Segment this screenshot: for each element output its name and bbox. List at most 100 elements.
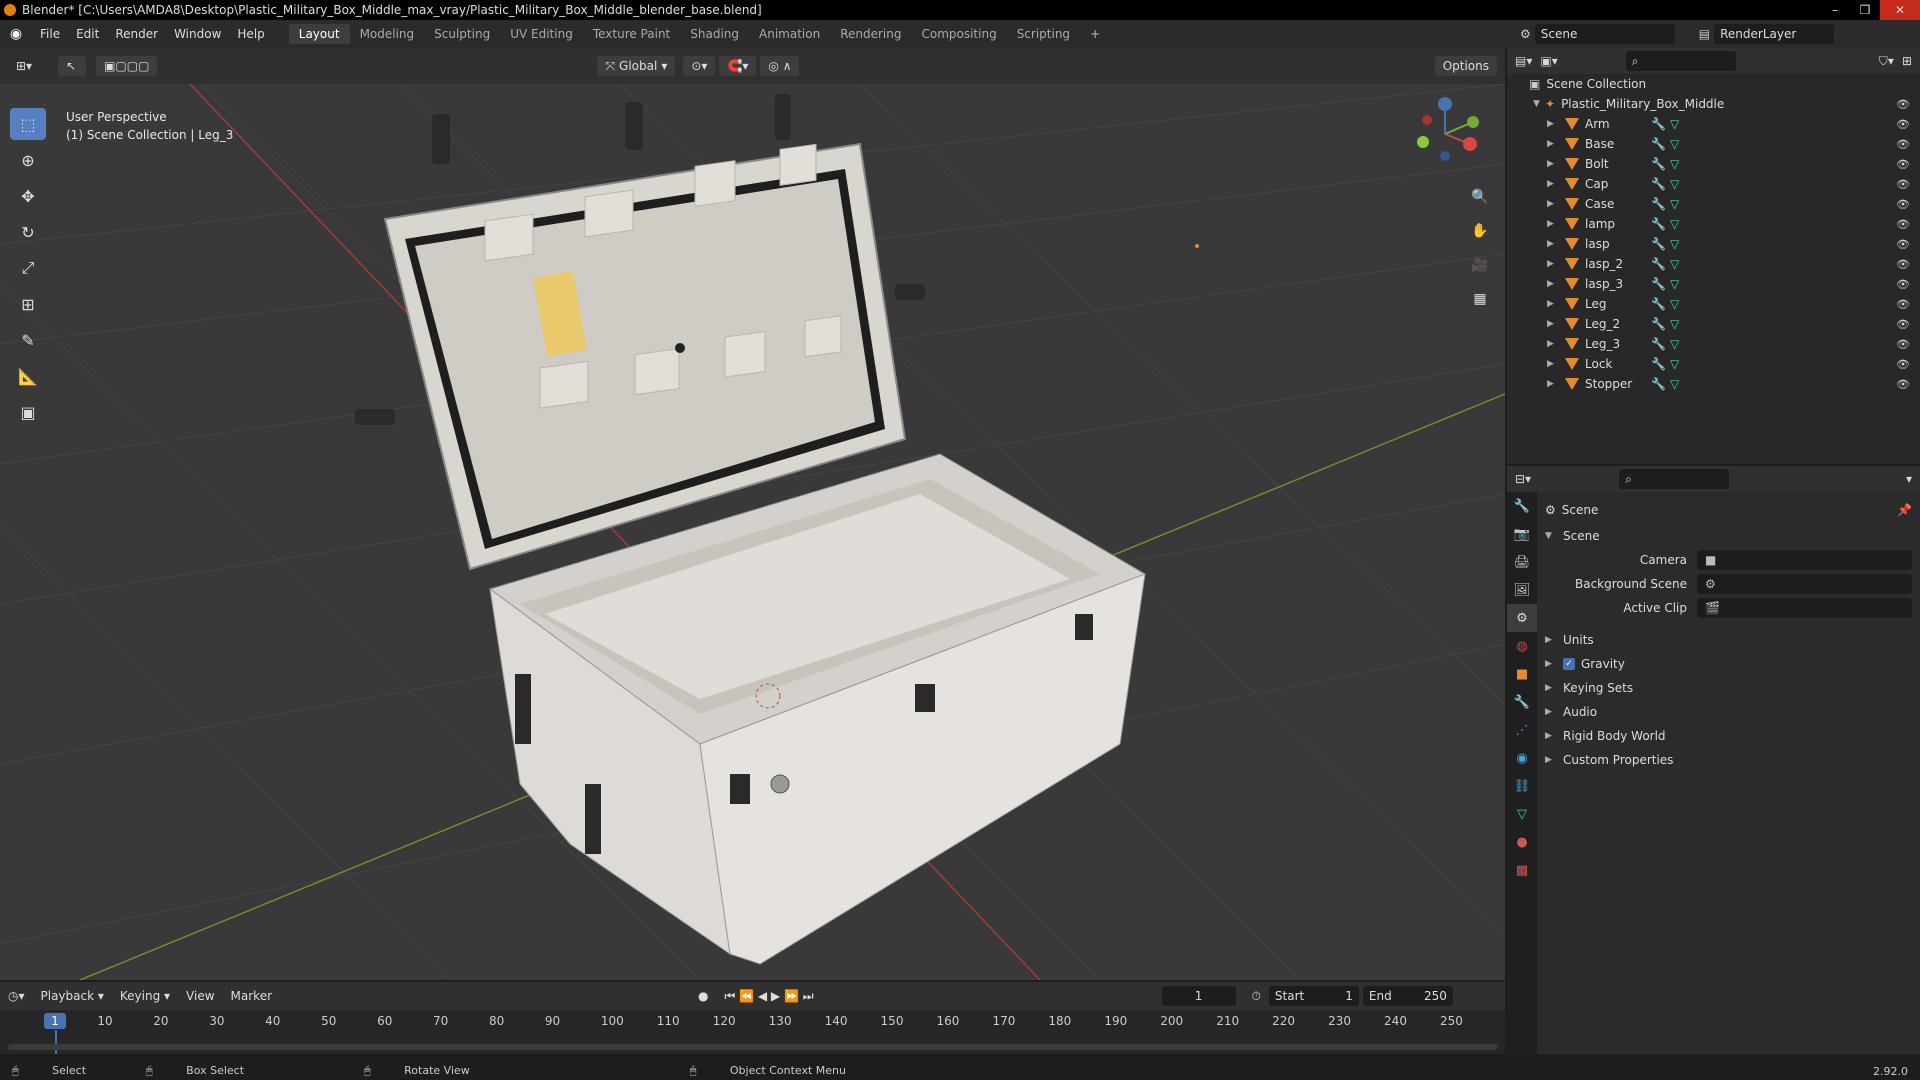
menu-help[interactable]: Help [229,27,272,41]
outliner-item[interactable]: ▶ Bolt 🔧 ▽ 👁 [1507,154,1920,174]
data-tab-icon[interactable]: ▽ [1507,800,1537,828]
properties-search-field[interactable]: ⌕ [1619,469,1730,489]
outliner-editor-icon[interactable]: ▤▾ [1515,54,1532,68]
timeline-view-menu[interactable]: View [178,989,222,1003]
filter-icon[interactable]: ⛉▾ [1879,54,1894,69]
outliner-item[interactable]: ▶ Case 🔧 ▽ 👁 [1507,194,1920,214]
tool-tab-icon[interactable]: 🔧 [1507,492,1537,520]
material-tab-icon[interactable]: ● [1507,828,1537,856]
expand-arrow-icon[interactable]: ▼ [1533,99,1545,109]
rigid-body-world-section[interactable]: ▶ Rigid Body World [1545,724,1912,748]
expand-arrow-icon[interactable]: ▶ [1547,279,1559,289]
modifier-icon[interactable]: 🔧 [1651,317,1666,331]
expand-arrow-icon[interactable]: ▶ [1547,179,1559,189]
proportional-icon[interactable]: ◎ ∧ [760,56,800,76]
scene-collection-row[interactable]: ▣ Scene Collection [1507,74,1920,94]
mesh-data-icon[interactable]: ▽ [1670,257,1679,271]
object-tab-icon[interactable]: ■ [1507,660,1537,688]
menu-render[interactable]: Render [107,27,166,41]
menu-edit[interactable]: Edit [68,27,107,41]
visibility-eye-icon[interactable]: 👁 [1896,178,1910,191]
outliner-item[interactable]: ▶ lasp_3 🔧 ▽ 👁 [1507,274,1920,294]
visibility-eye-icon[interactable]: 👁 [1896,278,1910,291]
modifier-icon[interactable]: 🔧 [1651,297,1666,311]
playhead-line[interactable] [55,1030,57,1054]
expand-arrow-icon[interactable]: ▶ [1547,119,1559,129]
outliner-item[interactable]: ▶ Leg 🔧 ▽ 👁 [1507,294,1920,314]
background-scene-field[interactable]: ⚙ [1697,574,1912,594]
visibility-eye-icon[interactable]: 👁 [1896,378,1910,391]
scene-section-header[interactable]: ▼ Scene [1545,524,1912,548]
scale-tool-icon[interactable]: ⤢ [10,252,46,284]
units-section[interactable]: ▶ Units [1545,628,1912,652]
modifier-icon[interactable]: 🔧 [1651,337,1666,351]
mesh-data-icon[interactable]: ▽ [1670,117,1679,131]
visibility-eye-icon[interactable]: 👁 [1896,238,1910,251]
outliner-item[interactable]: ▶ Leg_3 🔧 ▽ 👁 [1507,334,1920,354]
modifier-icon[interactable]: 🔧 [1651,237,1666,251]
mesh-data-icon[interactable]: ▽ [1670,217,1679,231]
marker-menu[interactable]: Marker [223,989,280,1003]
expand-arrow-icon[interactable]: ▶ [1547,259,1559,269]
editor-type-icon[interactable]: ⊞▾ [8,56,40,76]
snap-icon[interactable]: 🧲▾ [719,56,757,76]
menu-window[interactable]: Window [166,27,229,41]
mesh-data-icon[interactable]: ▽ [1670,157,1679,171]
mesh-data-icon[interactable]: ▽ [1670,357,1679,371]
tab-sculpting[interactable]: Sculpting [424,24,500,44]
tab-layout[interactable]: Layout [288,24,350,44]
outliner-item[interactable]: ▶ Cap 🔧 ▽ 👁 [1507,174,1920,194]
scene-name-field[interactable]: Scene [1534,24,1675,44]
expand-arrow-icon[interactable]: ▶ [1547,319,1559,329]
select-mode-icon[interactable]: ↖ [58,56,87,76]
gravity-checkbox[interactable]: ✓ [1563,658,1575,670]
mesh-data-icon[interactable]: ▽ [1670,337,1679,351]
close-button[interactable]: ✕ [1880,0,1920,20]
keying-menu[interactable]: Keying ▾ [112,989,178,1003]
expand-arrow-icon[interactable]: ▶ [1547,299,1559,309]
output-tab-icon[interactable]: 🖨 [1507,548,1537,576]
select-box-icons[interactable]: ▣▢▢▢ [96,56,158,76]
timeline-editor-icon[interactable]: ◷▾ [0,989,33,1003]
visibility-eye-icon[interactable]: 👁 [1896,258,1910,271]
modifier-icon[interactable]: 🔧 [1651,377,1666,391]
visibility-eye-icon[interactable]: 👁 [1896,118,1910,131]
visibility-eye-icon[interactable]: 👁 [1896,198,1910,211]
modifier-tab-icon[interactable]: 🔧 [1507,688,1537,716]
playback-menu[interactable]: Playback ▾ [33,989,112,1003]
visibility-eye-icon[interactable]: 👁 [1896,158,1910,171]
annotate-tool-icon[interactable]: ✎ [10,324,46,356]
mesh-data-icon[interactable]: ▽ [1670,297,1679,311]
start-frame-field[interactable]: Start 1 [1268,986,1359,1006]
mesh-data-icon[interactable]: ▽ [1670,137,1679,151]
world-tab-icon[interactable]: ◍ [1507,632,1537,660]
blender-menu-icon[interactable]: ◉ [6,24,26,44]
modifier-icon[interactable]: 🔧 [1651,157,1666,171]
texture-tab-icon[interactable]: ▩ [1507,856,1537,884]
modifier-icon[interactable]: 🔧 [1651,117,1666,131]
collection-row[interactable]: ▼ ✦ Plastic_Military_Box_Middle 👁 [1507,94,1920,114]
expand-arrow-icon[interactable]: ▶ [1547,359,1559,369]
pin-icon[interactable]: 📌 [1897,503,1912,517]
mesh-data-icon[interactable]: ▽ [1670,317,1679,331]
outliner-item[interactable]: ▶ Stopper 🔧 ▽ 👁 [1507,374,1920,394]
outliner-item[interactable]: ▶ Arm 🔧 ▽ 👁 [1507,114,1920,134]
options-dropdown[interactable]: Options [1434,56,1497,76]
timeline-scrollbar[interactable] [8,1044,1498,1050]
move-tool-icon[interactable]: ✥ [10,180,46,212]
visibility-eye-icon[interactable]: 👁 [1896,138,1910,151]
pan-hand-icon[interactable]: ✋ [1467,218,1493,244]
outliner-search-field[interactable]: ⌕ [1625,51,1736,71]
render-tab-icon[interactable]: 📷 [1507,520,1537,548]
select-box-tool-icon[interactable]: ⬚ [10,108,46,140]
modifier-icon[interactable]: 🔧 [1651,257,1666,271]
particles-tab-icon[interactable]: ⋰ [1507,716,1537,744]
properties-options-icon[interactable]: ▾ [1906,472,1912,486]
new-collection-icon[interactable]: ⊞ [1902,54,1912,68]
scene-tab-icon[interactable]: ⚙ [1507,604,1537,632]
camera-view-icon[interactable]: 🎥 [1467,252,1493,278]
modifier-icon[interactable]: 🔧 [1651,137,1666,151]
outliner-item[interactable]: ▶ Lock 🔧 ▽ 👁 [1507,354,1920,374]
zoom-icon[interactable]: 🔍 [1467,184,1493,210]
mesh-data-icon[interactable]: ▽ [1670,197,1679,211]
